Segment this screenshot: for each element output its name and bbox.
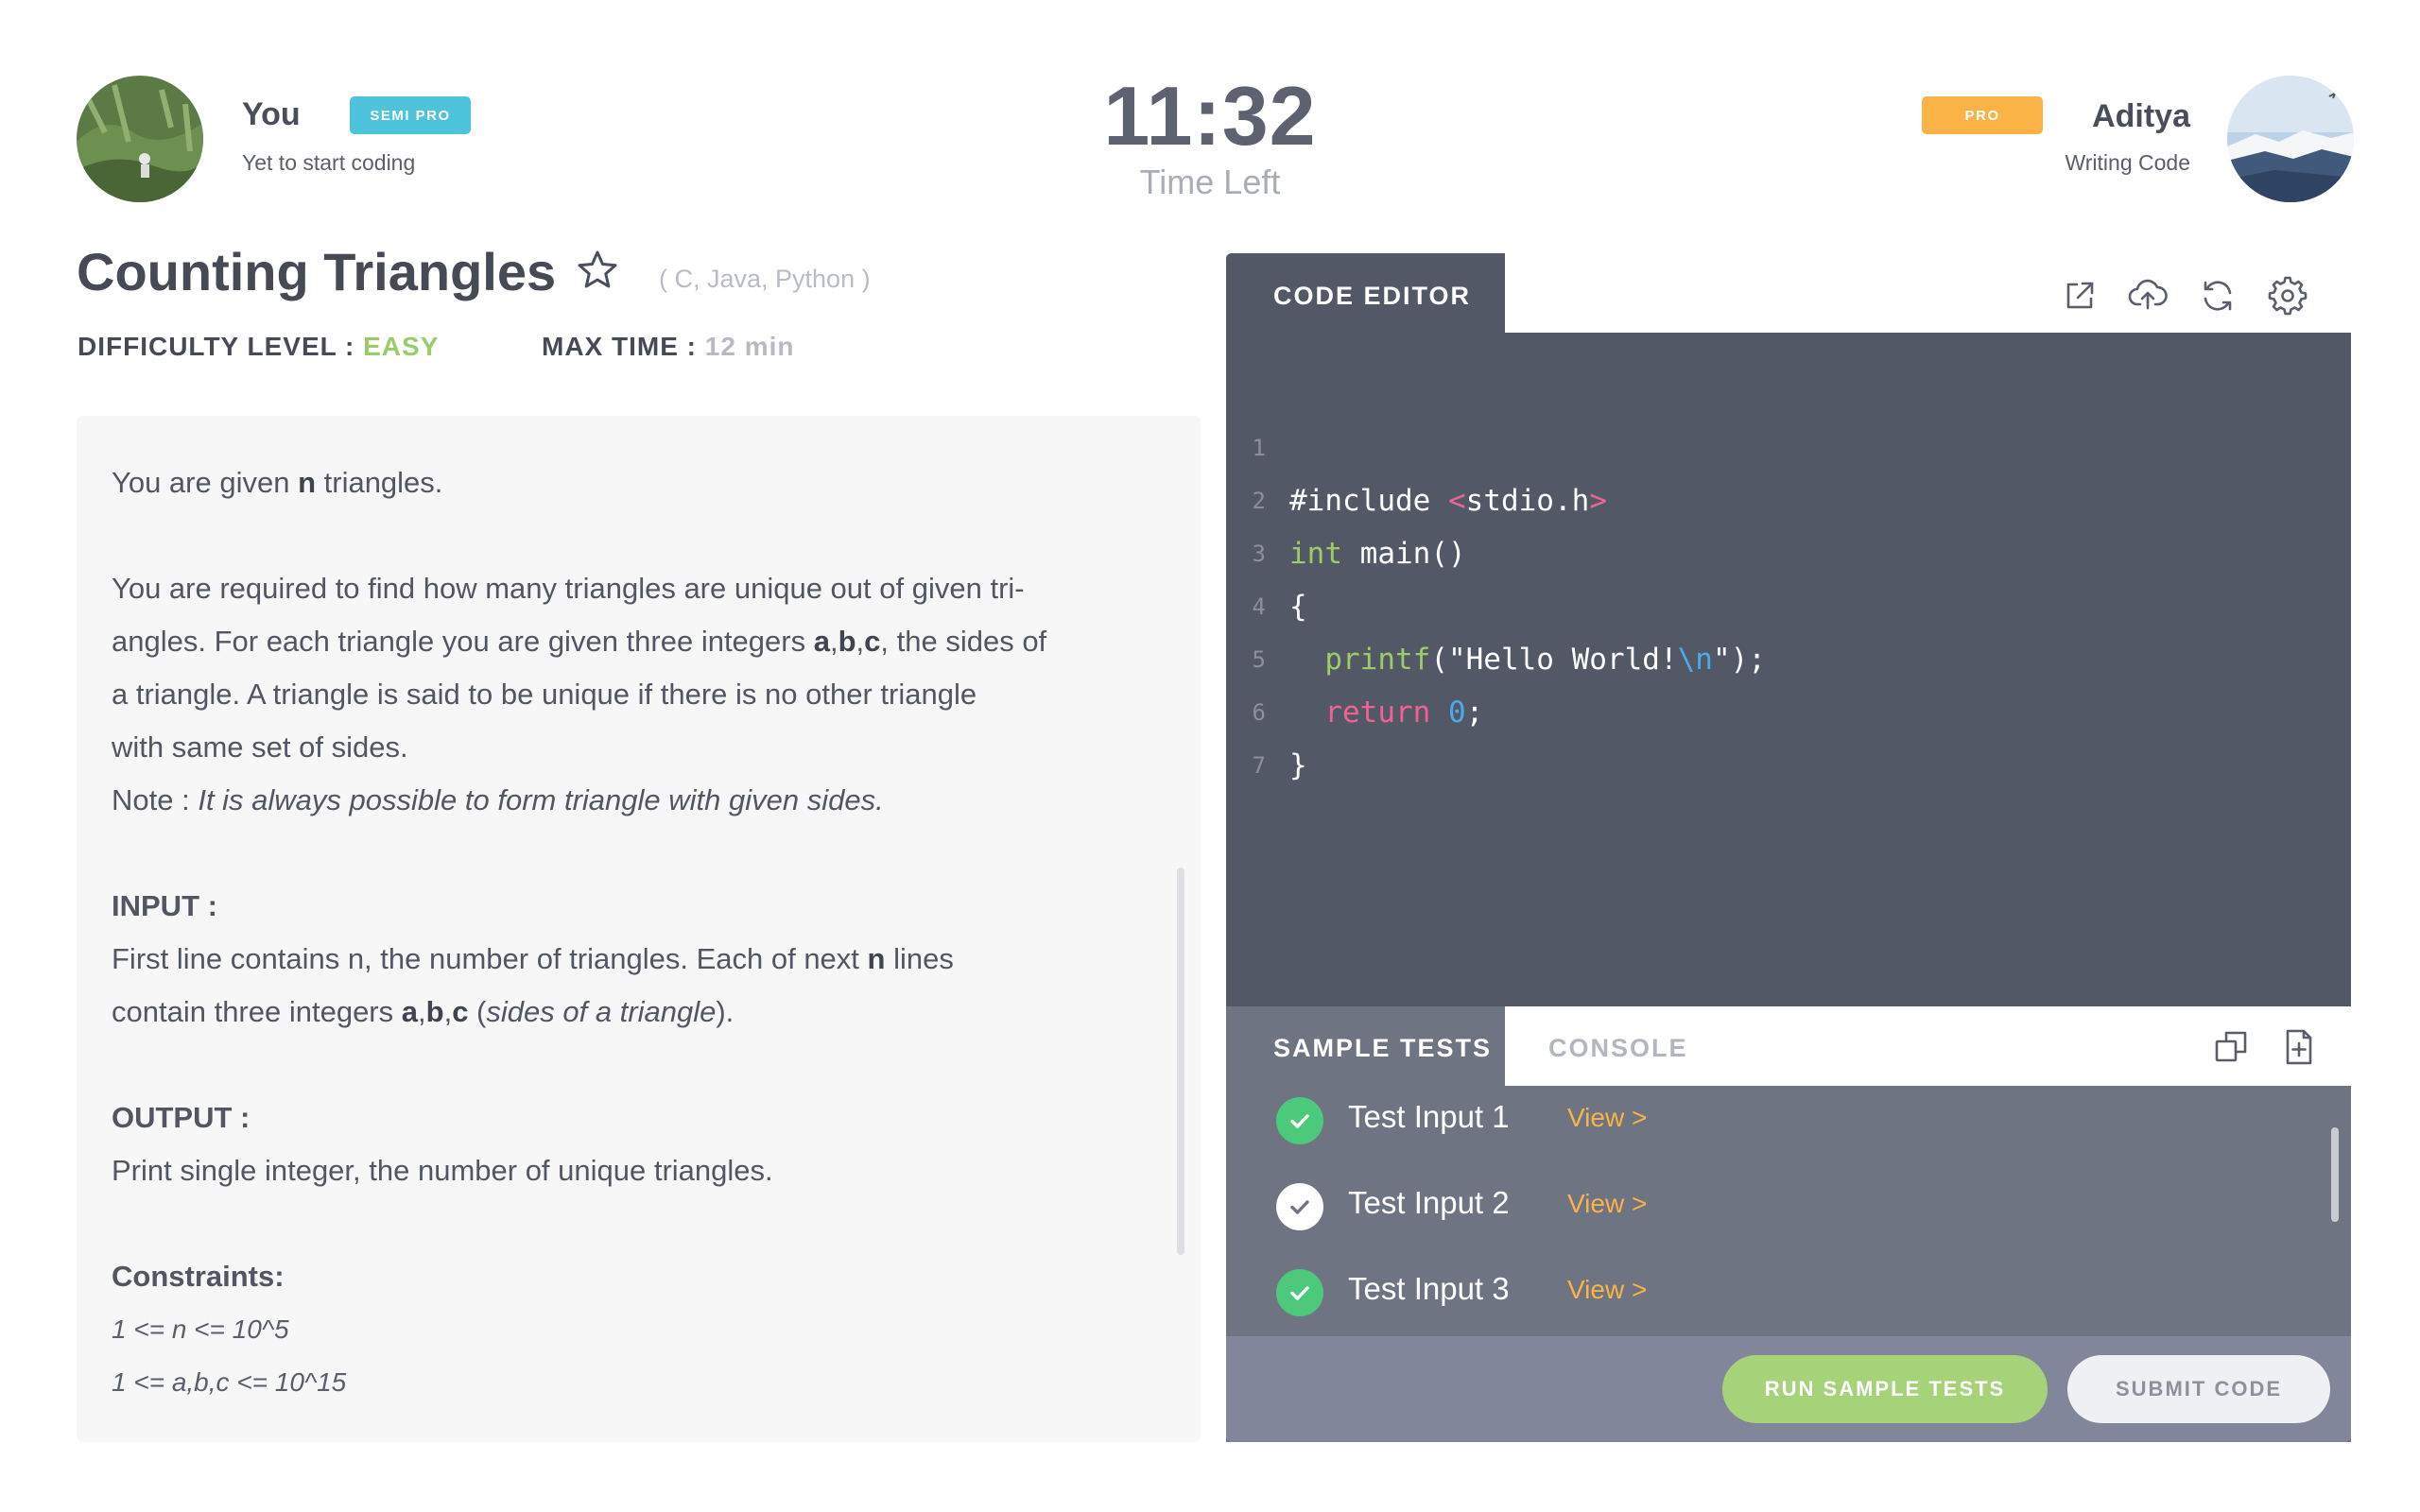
player-name-you: You	[242, 96, 301, 132]
check-circle-icon	[1276, 1097, 1323, 1144]
tests-scrollbar[interactable]	[2331, 1127, 2339, 1222]
input-line-1: First line contains n, the number of tri…	[112, 942, 954, 975]
external-link-icon[interactable]	[2059, 275, 2100, 317]
constraint-1: 1 <= n <= 10^5	[112, 1314, 289, 1344]
code-line: 2 int main()	[1252, 488, 1466, 571]
max-time: MAX TIME : 12 min	[542, 332, 794, 362]
view-test-link[interactable]: View >	[1567, 1275, 1647, 1305]
note-line: Note : It is always possible to form tri…	[112, 783, 884, 816]
description-line-4: with same set of sides.	[112, 730, 408, 764]
avatar-opponent	[2227, 76, 2354, 202]
avatar-you	[77, 76, 203, 202]
test-label: Test Input 2	[1348, 1185, 1510, 1220]
difficulty-value: EASY	[363, 332, 440, 361]
player-status-opponent: Writing Code	[2065, 150, 2190, 175]
tab-sample-tests-label: SAMPLE TESTS	[1273, 1034, 1493, 1062]
test-label: Test Input 1	[1348, 1099, 1510, 1134]
timer-label: Time Left	[1139, 163, 1281, 201]
semi-pro-badge: SEMI PRO	[350, 96, 471, 134]
code-line: 6 }	[1252, 699, 1307, 782]
code-line: 3 {	[1252, 541, 1307, 624]
input-heading: INPUT :	[112, 889, 217, 922]
max-time-label: MAX TIME :	[542, 332, 697, 361]
player-name-opponent: Aditya	[2092, 98, 2190, 134]
test-row[interactable]: Test Input 3 View >	[1226, 1258, 2351, 1316]
code-line: 1 #include <stdio.h>	[1252, 435, 1607, 518]
output-line: Print single integer, the number of uniq…	[112, 1154, 773, 1187]
description-line-1: You are required to find how many triang…	[112, 572, 1025, 605]
supported-languages: ( C, Java, Python )	[659, 265, 871, 293]
problem-scrollbar[interactable]	[1177, 868, 1184, 1255]
player-status-you: Yet to start coding	[242, 150, 416, 175]
problem-title: Counting Triangles	[77, 242, 557, 301]
tab-code-editor-label: CODE EDITOR	[1273, 282, 1472, 310]
star-icon[interactable]	[575, 248, 620, 293]
test-row[interactable]: Test Input 2 View >	[1226, 1172, 2351, 1230]
check-circle-icon	[1276, 1269, 1323, 1316]
intro-line: You are given n triangles.	[112, 466, 443, 499]
description-line-2: angles. For each triangle you are given …	[112, 625, 1047, 658]
description-line-3: a triangle. A triangle is said to be uni…	[112, 678, 977, 711]
input-line-2: contain three integers a,b,c (sides of a…	[112, 995, 735, 1028]
problem-statement: You are given n triangles. You are requi…	[112, 456, 1170, 1409]
output-heading: OUTPUT :	[112, 1101, 251, 1134]
run-sample-tests-button[interactable]: RUN SAMPLE TESTS	[1722, 1355, 2048, 1423]
constraint-2: 1 <= a,b,c <= 10^15	[112, 1367, 347, 1397]
constraints-heading: Constraints:	[112, 1260, 285, 1293]
tab-console[interactable]: CONSOLE	[1548, 1034, 1688, 1063]
copy-icon[interactable]	[2210, 1026, 2252, 1068]
test-label: Test Input 3	[1348, 1271, 1510, 1306]
pro-badge: PRO	[1922, 96, 2043, 134]
test-row[interactable]: Test Input 1 View >	[1226, 1086, 2351, 1144]
difficulty-label: DIFFICULTY LEVEL :	[78, 332, 355, 361]
sample-tests-list[interactable]: Test Input 1 View > Test Input 2 View > …	[1226, 1086, 2351, 1336]
check-circle-icon	[1276, 1183, 1323, 1230]
code-line: 4 printf("Hello World!\n");	[1252, 593, 1766, 677]
submit-code-button[interactable]: SUBMIT CODE	[2067, 1355, 2330, 1423]
upload-icon[interactable]	[2127, 275, 2169, 317]
settings-icon[interactable]	[2267, 275, 2308, 317]
refresh-icon[interactable]	[2197, 275, 2238, 317]
view-test-link[interactable]: View >	[1567, 1189, 1647, 1219]
difficulty-level: DIFFICULTY LEVEL : EASY	[78, 332, 439, 362]
view-test-link[interactable]: View >	[1567, 1103, 1647, 1133]
code-line: 5 return 0;	[1252, 646, 1484, 730]
code-text-area[interactable]: 1 #include <stdio.h> 2 int main() 3 { 4 …	[1226, 369, 2351, 782]
max-time-value: 12 min	[704, 332, 795, 361]
timer-value: 11:32	[1103, 69, 1317, 163]
add-file-icon[interactable]	[2278, 1026, 2320, 1068]
code-line: 7	[1252, 752, 1266, 779]
